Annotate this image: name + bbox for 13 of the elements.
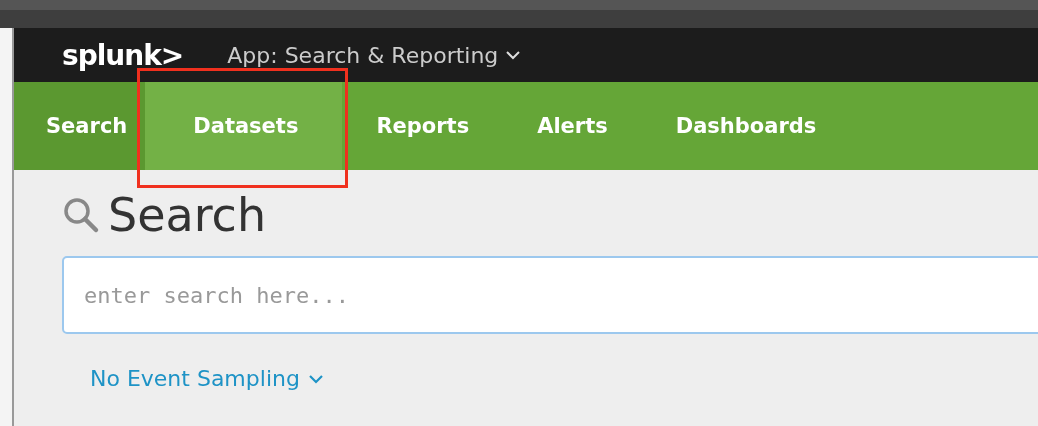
search-field[interactable]: enter search here...: [62, 256, 1038, 334]
page-title: Search: [108, 188, 267, 242]
caret-icon: [307, 373, 324, 384]
logo[interactable]: splunk>: [62, 38, 184, 72]
nav-tab[interactable]: Dashboards: [641, 82, 851, 170]
nav-tab[interactable]: Reports: [342, 82, 504, 170]
nav-tab[interactable]: Alerts: [503, 82, 642, 170]
nav-tab[interactable]: Datasets: [145, 82, 343, 170]
nav-tab[interactable]: Search: [14, 82, 146, 170]
app-menu[interactable]: App: Search & Reporting: [227, 42, 521, 68]
search-icon: [62, 196, 100, 234]
caret-icon: [506, 50, 521, 60]
sampling-dropdown[interactable]: No Event Sampling: [90, 366, 324, 391]
